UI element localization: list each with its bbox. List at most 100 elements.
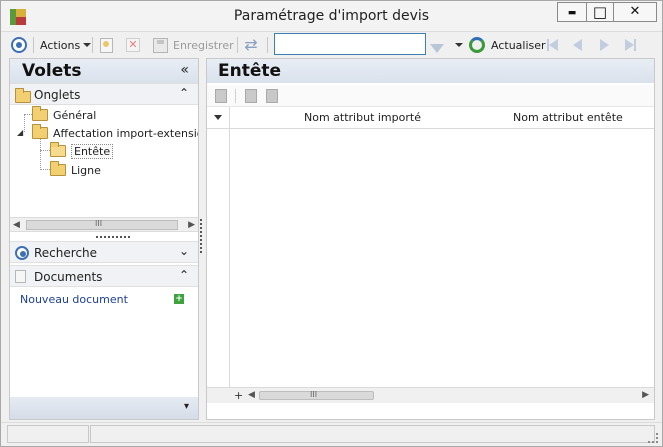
- last-icon: [625, 39, 634, 51]
- save-button[interactable]: Enregistrer: [153, 35, 234, 55]
- scroll-right-icon[interactable]: ▶: [642, 390, 649, 400]
- filter-button[interactable]: [430, 38, 444, 58]
- chevron-up-icon: ⌃: [178, 86, 189, 100]
- target-icon: [15, 246, 29, 260]
- minimize-button[interactable]: ▬: [557, 2, 586, 22]
- add-icon[interactable]: +: [174, 294, 184, 304]
- attributes-grid: Nom attribut importé Nom attribut entête…: [207, 107, 654, 403]
- edit-row-icon[interactable]: [215, 89, 227, 103]
- scrollbar-thumb[interactable]: III: [259, 390, 374, 400]
- main-window: Paramétrage d'import devis ▬ □ ✕ Actions…: [0, 0, 663, 447]
- tree-item-label: Affectation import-extensio: [53, 126, 198, 140]
- vertical-splitter[interactable]: [200, 219, 202, 253]
- left-pane-title: Volets: [22, 61, 82, 81]
- tree-item-entete[interactable]: Entête: [50, 142, 114, 159]
- last-icon-bar: [634, 39, 636, 51]
- horizontal-splitter[interactable]: [96, 236, 130, 238]
- scroll-left-icon[interactable]: ◀: [248, 390, 255, 400]
- status-bar: [1, 422, 662, 446]
- toolbar-separator: [92, 37, 93, 53]
- sync-icon: ⇄: [244, 35, 258, 54]
- chevron-down-icon[interactable]: ▾: [184, 401, 189, 412]
- document-icon: [15, 270, 26, 283]
- tree-horizontal-scrollbar[interactable]: ◀ III ▶: [10, 217, 198, 232]
- tree-item-ligne[interactable]: Ligne: [50, 161, 101, 178]
- documents-section-header[interactable]: Documents ⌃: [10, 265, 198, 287]
- onglets-label: Onglets: [34, 88, 81, 102]
- new-button[interactable]: [100, 35, 113, 55]
- folder-icon: [32, 106, 48, 121]
- chevron-up-icon: ⌃: [178, 268, 189, 282]
- previous-icon: [573, 39, 582, 51]
- save-icon: [153, 37, 168, 53]
- copy-row-icon[interactable]: [245, 89, 257, 103]
- column-header-nom-attribut-importe[interactable]: Nom attribut importé: [304, 111, 421, 124]
- target-icon-button[interactable]: [11, 35, 27, 55]
- documents-label: Documents: [34, 270, 103, 284]
- minimize-icon: ▬: [567, 8, 577, 18]
- filter-icon: [430, 43, 444, 53]
- right-pane: Entête Nom attribut importé Nom attribut…: [206, 58, 655, 420]
- chevron-down-icon: [83, 43, 92, 47]
- last-record-button[interactable]: [625, 35, 636, 55]
- filter-dropdown-button[interactable]: [452, 35, 463, 55]
- tree-item-label: Général: [53, 108, 97, 122]
- title-bar[interactable]: Paramétrage d'import devis ▬ □ ✕: [1, 1, 662, 32]
- toolbar-separator: [235, 89, 236, 103]
- tree-item-affectation[interactable]: Affectation import-extensio: [32, 124, 198, 141]
- next-icon: [600, 39, 609, 51]
- left-pane-footer: ▾: [10, 397, 198, 419]
- tree-line: [24, 114, 32, 115]
- recherche-section-header[interactable]: Recherche ⌄: [10, 241, 198, 263]
- actions-label: Actions: [40, 38, 81, 52]
- onglets-section-header[interactable]: Onglets ⌃: [10, 83, 198, 105]
- next-record-button[interactable]: [600, 35, 609, 55]
- status-cell: [7, 425, 89, 443]
- right-pane-title: Entête: [218, 61, 282, 81]
- scroll-right-icon[interactable]: ▶: [188, 220, 195, 230]
- folder-icon: [32, 124, 48, 139]
- collapse-pane-icon[interactable]: «: [180, 62, 189, 78]
- paste-row-icon[interactable]: [266, 89, 278, 103]
- sync-button[interactable]: ⇄: [242, 35, 260, 55]
- previous-record-button[interactable]: [573, 35, 582, 55]
- search-input[interactable]: [274, 33, 426, 55]
- refresh-label: Actualiser: [491, 38, 546, 52]
- tree-line: [40, 139, 41, 170]
- chevron-down-icon: ⌄: [178, 244, 189, 258]
- new-document-icon: [100, 37, 113, 53]
- tree-item-general[interactable]: Général: [32, 106, 97, 123]
- scrollbar-thumb[interactable]: III: [26, 219, 178, 230]
- close-icon: ✕: [629, 4, 641, 19]
- tree-item-label: Ligne: [71, 163, 101, 177]
- scroll-left-icon[interactable]: ◀: [13, 220, 20, 230]
- toolbar-separator: [267, 37, 268, 53]
- delete-button[interactable]: ✕: [126, 35, 140, 55]
- actions-menu-button[interactable]: Actions: [40, 35, 92, 55]
- add-row-button[interactable]: +: [234, 389, 243, 402]
- chevron-down-icon: [455, 43, 463, 47]
- folder-icon: [50, 161, 66, 176]
- tree-item-label: Entête: [71, 143, 114, 159]
- status-cell: [90, 425, 655, 443]
- left-pane: Volets « Onglets ⌃ Général ◢ Affectation…: [9, 58, 199, 420]
- maximize-button[interactable]: □: [586, 2, 613, 22]
- left-pane-header: Volets «: [10, 59, 198, 83]
- toolbar-separator: [237, 37, 238, 53]
- grid-toolbar: [207, 85, 654, 107]
- maximize-icon: □: [592, 3, 608, 21]
- refresh-button[interactable]: Actualiser: [469, 35, 546, 55]
- first-record-button[interactable]: [547, 35, 558, 55]
- resize-grip-icon[interactable]: [648, 433, 658, 443]
- tree-line: [24, 114, 25, 132]
- column-header-nom-attribut-entete[interactable]: Nom attribut entête: [513, 111, 623, 124]
- new-document-link[interactable]: Nouveau document: [20, 293, 128, 306]
- grid-header-row: Nom attribut importé Nom attribut entête: [207, 107, 654, 129]
- first-icon: [549, 39, 558, 51]
- chevron-down-icon[interactable]: [214, 115, 222, 120]
- refresh-icon: [469, 37, 485, 53]
- close-button[interactable]: ✕: [613, 2, 657, 22]
- grid-footer: + ◀ III ▶: [207, 387, 654, 403]
- expand-triangle-icon[interactable]: ◢: [17, 128, 23, 137]
- tree-line: [40, 150, 50, 151]
